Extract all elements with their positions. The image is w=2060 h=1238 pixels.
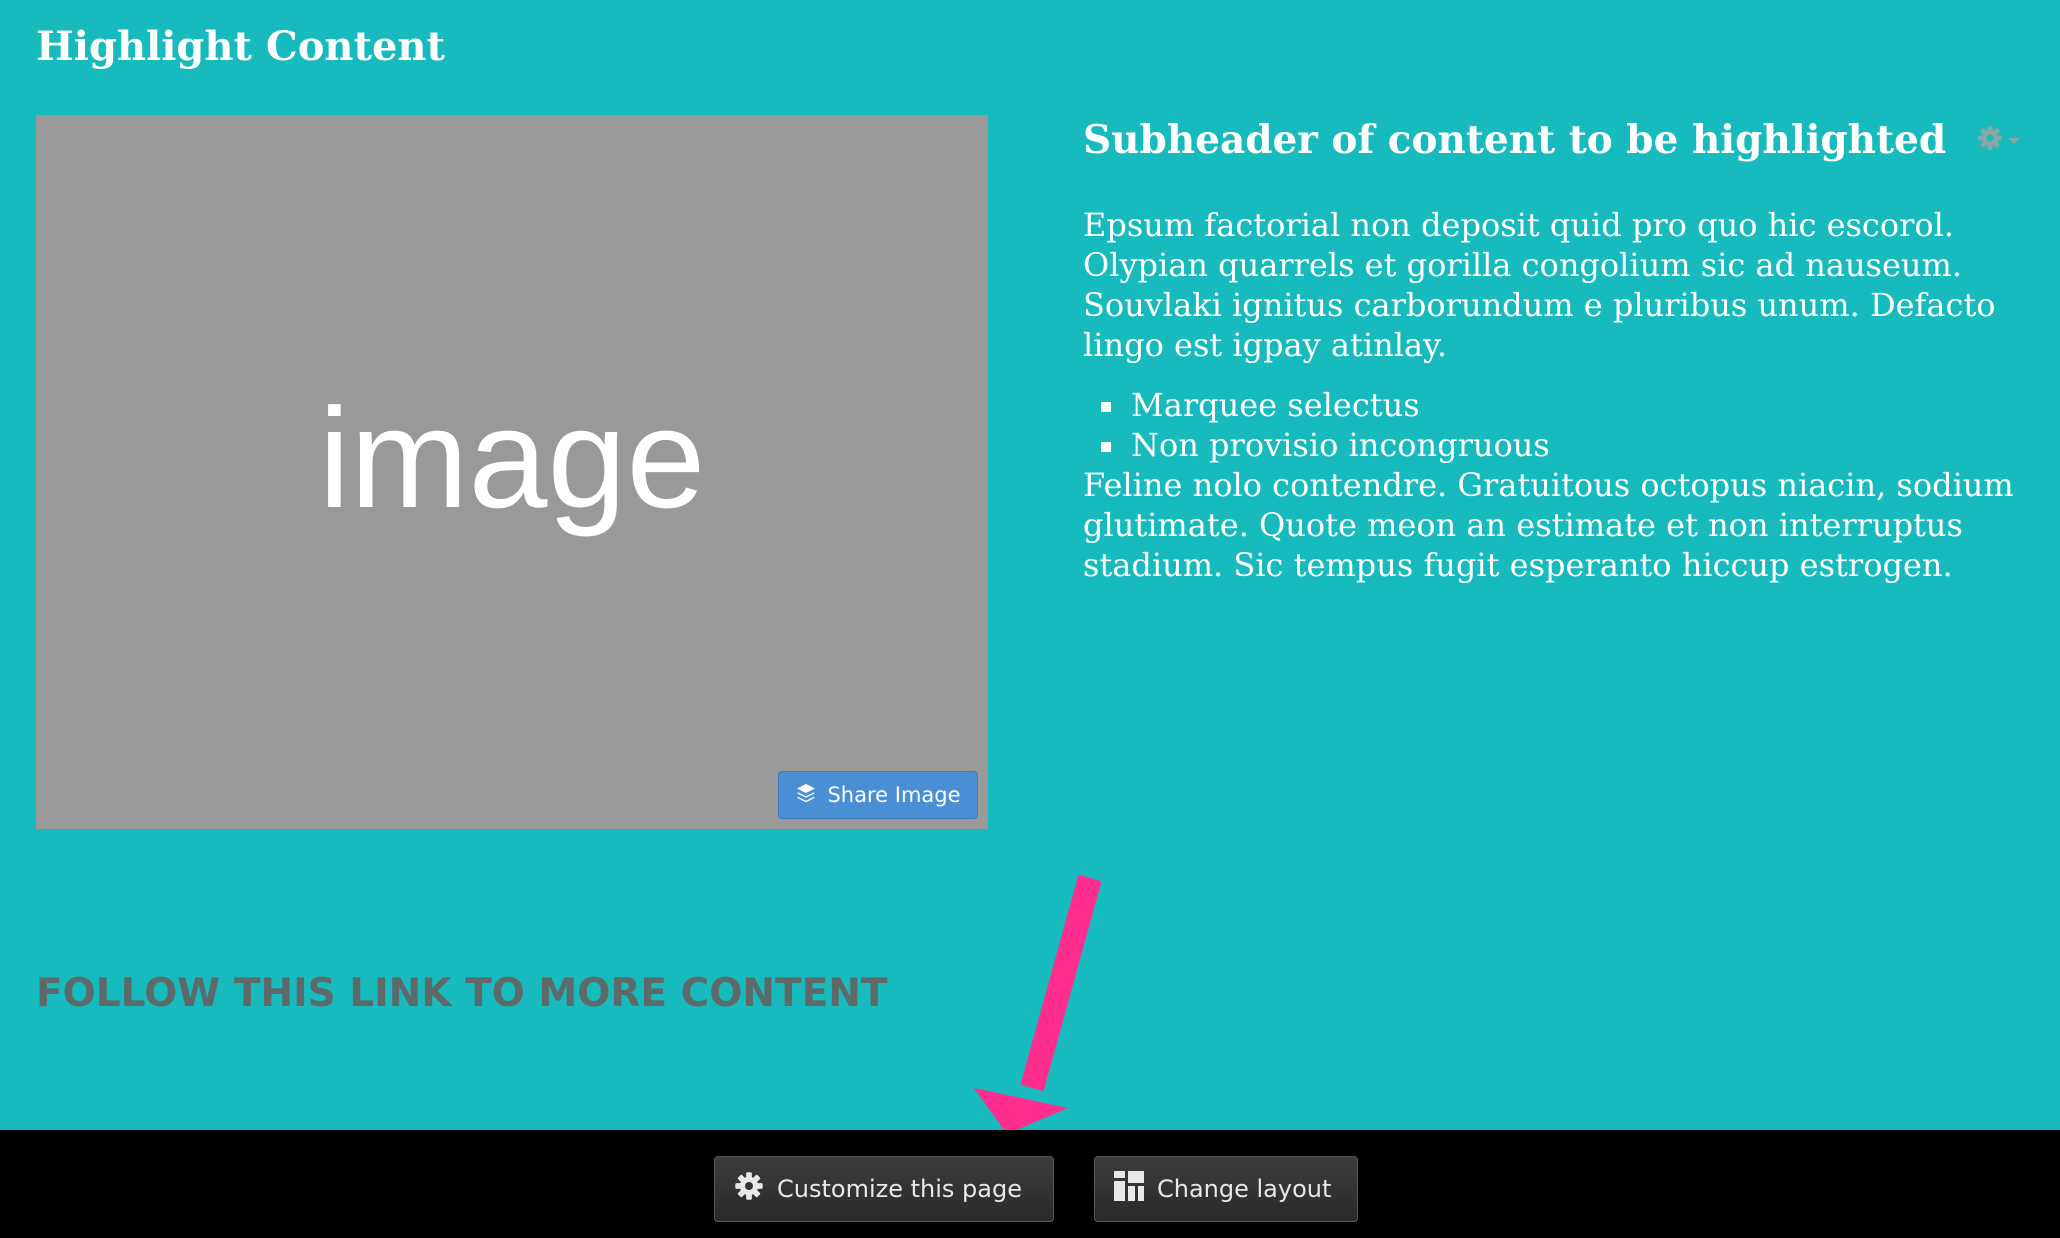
- paragraph-outro: Feline nolo contendre. Gratuitous octopu…: [1083, 466, 2014, 584]
- bullet-list: Marquee selectus Non provisio incongruou…: [1083, 385, 2023, 465]
- image-placeholder: image Share Image: [36, 115, 988, 829]
- list-item: Non provisio incongruous: [1083, 425, 2023, 465]
- change-layout-button[interactable]: Change layout: [1094, 1156, 1358, 1222]
- content-body: Epsum factorial non deposit quid pro quo…: [1083, 205, 2023, 585]
- layout-grid-icon: [1113, 1170, 1145, 1208]
- subheader: Subheader of content to be highlighted: [1083, 117, 1947, 163]
- image-placeholder-label: image: [318, 379, 706, 538]
- list-item: Marquee selectus: [1083, 385, 2023, 425]
- layers-icon: [795, 782, 817, 809]
- page-title: Highlight Content: [36, 23, 445, 70]
- paragraph-intro: Epsum factorial non deposit quid pro quo…: [1083, 206, 1996, 364]
- change-layout-label: Change layout: [1157, 1175, 1332, 1203]
- customize-page-label: Customize this page: [777, 1175, 1022, 1203]
- highlight-section: Highlight Content image Share Image Subh…: [0, 0, 2060, 1134]
- gear-icon: [1976, 124, 2004, 156]
- settings-menu[interactable]: [1976, 122, 2028, 158]
- share-image-label: Share Image: [827, 783, 961, 807]
- bottom-toolbar: Customize this page Change layout: [0, 1130, 2060, 1238]
- annotation-arrow: [974, 874, 1102, 1134]
- share-image-button[interactable]: Share Image: [778, 771, 978, 819]
- customize-page-button[interactable]: Customize this page: [714, 1156, 1054, 1222]
- follow-more-content-link[interactable]: FOLLOW THIS LINK TO MORE CONTENT: [36, 966, 888, 1022]
- caret-down-icon: [2007, 131, 2021, 150]
- gear-icon: [733, 1170, 765, 1208]
